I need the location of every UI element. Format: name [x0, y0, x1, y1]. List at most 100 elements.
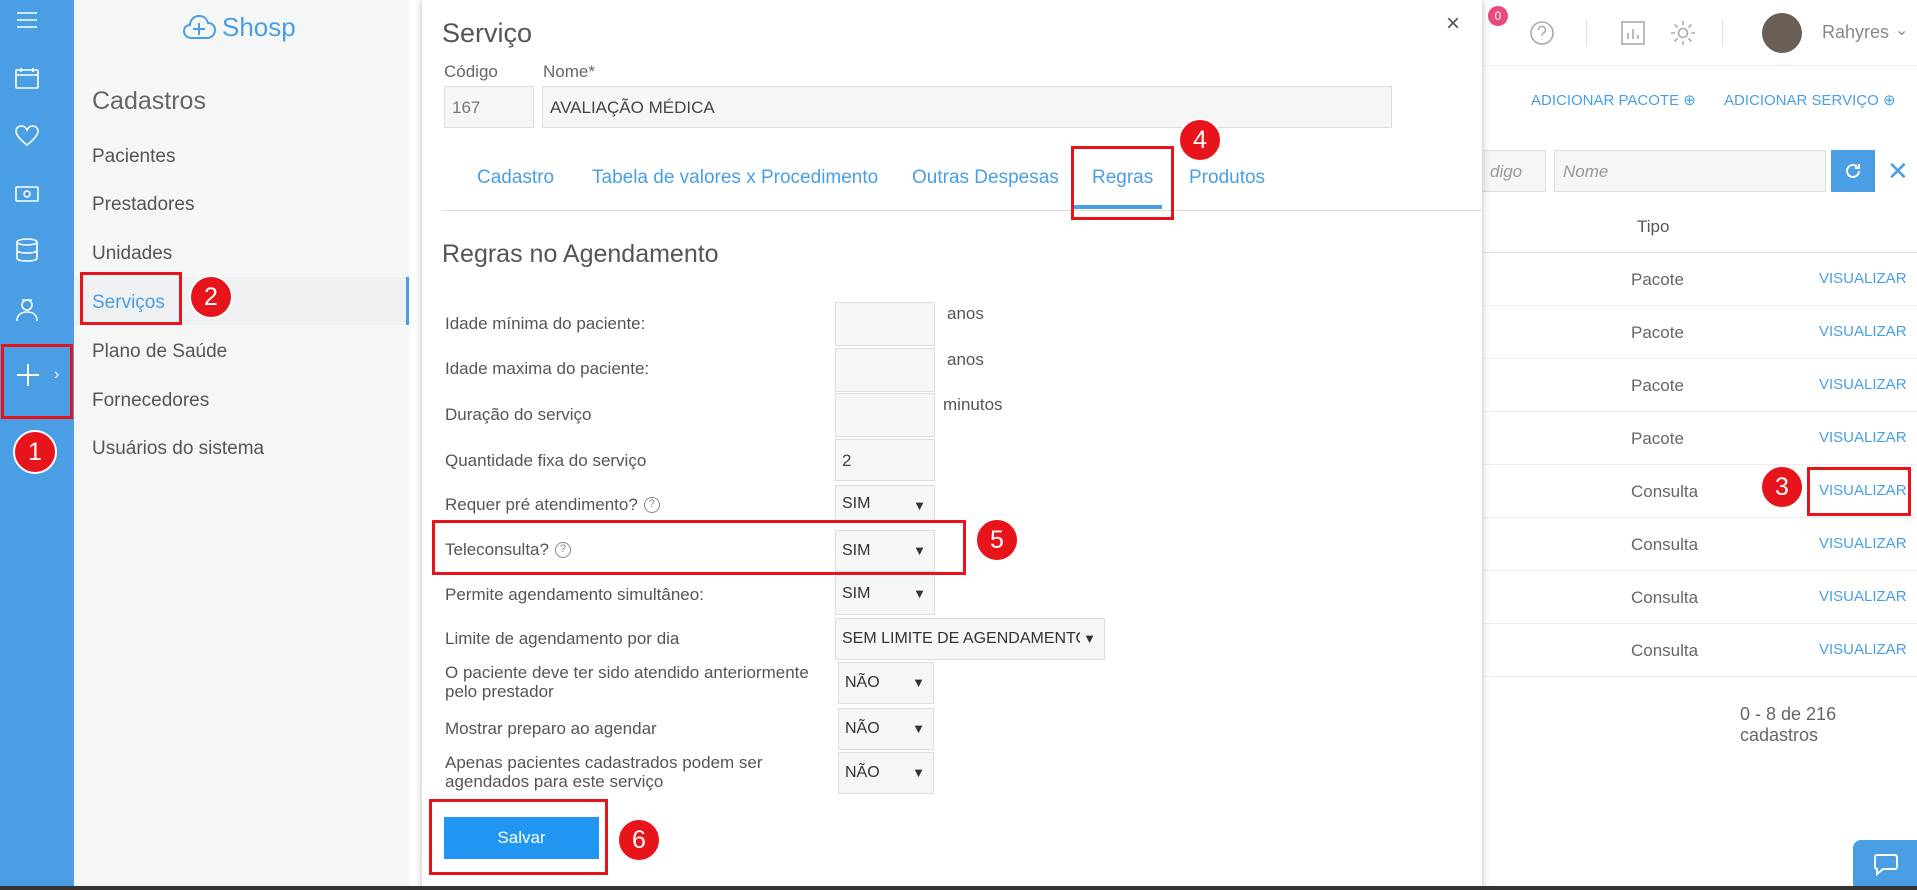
divider: [1586, 20, 1587, 46]
table-row: Consulta VISUALIZAR: [1482, 518, 1917, 571]
close-icon[interactable]: ×: [1446, 10, 1460, 38]
database-icon[interactable]: [0, 230, 54, 270]
hamburger-menu-icon[interactable]: [0, 0, 54, 40]
name-label: Nome*: [543, 62, 595, 81]
menu-item-plano-de-saude[interactable]: Plano de Saúde: [92, 341, 227, 363]
section-title: Regras no Agendamento: [442, 240, 719, 268]
dropdown-arrow-icon: ▼: [912, 765, 925, 780]
show-prep-label: Mostrar preparo ao agendar: [445, 719, 657, 738]
plus-circle-icon: ⊕: [1683, 92, 1696, 109]
annotation-box-4: [1071, 146, 1174, 220]
pre-care-label: Requer pré atendimento?: [445, 495, 638, 514]
table-row: Pacote VISUALIZAR: [1482, 412, 1917, 465]
simultaneous-select[interactable]: SIM ▼: [835, 573, 935, 615]
doctor-icon[interactable]: [0, 290, 54, 330]
user-name[interactable]: Rahyres: [1822, 22, 1889, 43]
help-icon[interactable]: [1528, 19, 1556, 47]
tab-outras-despesas[interactable]: Outras Despesas: [912, 167, 1059, 189]
tab-tabela-de-valores[interactable]: Tabela de valores x Procedimento: [592, 167, 878, 189]
menu-item-pacientes[interactable]: Pacientes: [92, 146, 175, 168]
table-row: Pacote VISUALIZAR: [1482, 253, 1917, 306]
refresh-button[interactable]: [1831, 150, 1875, 192]
min-age-input[interactable]: [835, 302, 935, 346]
add-service-link[interactable]: ADICIONAR SERVIÇO ⊕: [1724, 91, 1896, 109]
prior-care-select[interactable]: NÃO ▼: [838, 662, 934, 704]
calendar-icon[interactable]: [0, 58, 54, 98]
filter-code-input[interactable]: digo: [1482, 150, 1546, 192]
menu-item-fornecedores[interactable]: Fornecedores: [92, 390, 209, 412]
table-row: Pacote VISUALIZAR: [1482, 359, 1917, 412]
tab-cadastro[interactable]: Cadastro: [477, 167, 554, 189]
window-bottom-edge: [0, 886, 1917, 890]
annotation-badge-6: 6: [617, 818, 661, 862]
chat-button[interactable]: [1853, 840, 1917, 890]
notification-badge[interactable]: 0: [1488, 6, 1508, 26]
annotation-box-1: [1, 344, 73, 419]
code-label: Código: [444, 62, 498, 81]
help-icon[interactable]: ?: [643, 496, 660, 513]
dropdown-arrow-icon: ▼: [913, 586, 926, 601]
avatar[interactable]: [1762, 13, 1802, 53]
cadastros-menu: Shosp Cadastros Pacientes Prestadores Un…: [74, 0, 409, 890]
annotation-box-3: [1807, 467, 1911, 516]
view-link[interactable]: VISUALIZAR: [1819, 535, 1907, 552]
show-prep-select[interactable]: NÃO ▼: [838, 708, 934, 750]
name-field[interactable]: AVALIAÇÃO MÉDICA: [542, 86, 1392, 128]
view-link[interactable]: VISUALIZAR: [1819, 641, 1907, 658]
logo-text: Shosp: [222, 12, 296, 42]
simultaneous-label: Permite agendamento simultâneo:: [445, 585, 704, 604]
service-modal: Serviço × Código Nome* 167 AVALIAÇÃO MÉD…: [422, 0, 1482, 890]
annotation-box-6: [429, 799, 608, 875]
registered-only-label: Apenas pacientes cadastrados podem ser a…: [445, 753, 763, 791]
view-link[interactable]: VISUALIZAR: [1819, 376, 1907, 393]
code-field: 167: [444, 86, 534, 128]
pagination-count: 0 - 8 de 216 cadastros: [1740, 704, 1837, 745]
filter-name-input[interactable]: Nome: [1554, 150, 1826, 192]
top-bar: 0 Rahyres ⌄: [1482, 0, 1917, 66]
add-package-link[interactable]: ADICIONAR PACOTE ⊕: [1531, 91, 1696, 109]
min-age-unit: anos: [947, 304, 984, 323]
duration-unit: minutos: [943, 395, 1003, 414]
annotation-box-5: [432, 520, 966, 575]
chat-icon: [1874, 854, 1898, 877]
chevron-down-icon[interactable]: ⌄: [1895, 20, 1908, 40]
modal-title: Serviço: [442, 18, 533, 48]
gear-icon[interactable]: [1668, 18, 1698, 48]
tab-produtos[interactable]: Produtos: [1189, 167, 1265, 189]
annotation-badge-4: 4: [1178, 118, 1222, 162]
column-header-tipo: Tipo: [1637, 217, 1670, 236]
pre-care-select[interactable]: SIM ▼: [835, 485, 935, 523]
heart-icon[interactable]: [0, 116, 54, 156]
cloud-logo-icon: [182, 14, 217, 39]
view-link[interactable]: VISUALIZAR: [1819, 270, 1907, 287]
clear-filter-icon[interactable]: ✕: [1887, 156, 1909, 187]
annotation-badge-1: 1: [13, 430, 57, 474]
max-age-unit: anos: [947, 350, 984, 369]
registered-only-select[interactable]: NÃO ▼: [838, 752, 934, 794]
view-link[interactable]: VISUALIZAR: [1819, 588, 1907, 605]
max-age-label: Idade maxima do paciente:: [445, 359, 650, 378]
max-age-input[interactable]: [835, 348, 935, 392]
fixed-qty-input[interactable]: 2: [835, 439, 935, 481]
table-row: Pacote VISUALIZAR: [1482, 306, 1917, 359]
dropdown-arrow-icon: ▼: [912, 721, 925, 736]
duration-input[interactable]: [835, 393, 935, 437]
menu-item-unidades[interactable]: Unidades: [92, 243, 172, 265]
annotation-badge-3: 3: [1760, 465, 1804, 509]
fixed-qty-label: Quantidade fixa do serviço: [445, 451, 647, 470]
active-item-indicator: [406, 277, 409, 325]
refresh-icon: [1846, 163, 1860, 178]
view-link[interactable]: VISUALIZAR: [1819, 429, 1907, 446]
tab-divider: [442, 210, 1482, 211]
menu-item-prestadores[interactable]: Prestadores: [92, 194, 194, 216]
dropdown-arrow-icon: ▼: [912, 675, 925, 690]
money-icon[interactable]: [0, 174, 54, 214]
dropdown-arrow-icon: ▼: [1080, 631, 1096, 646]
reports-icon[interactable]: [1619, 19, 1647, 47]
view-link[interactable]: VISUALIZAR: [1819, 323, 1907, 340]
daily-limit-select[interactable]: SEM LIMITE DE AGENDAMENTO ▼: [835, 618, 1105, 660]
menu-item-usuarios-do-sistema[interactable]: Usuários do sistema: [92, 438, 264, 460]
pre-care-row: Requer pré atendimento? ?: [445, 495, 660, 514]
dropdown-arrow-icon: ▼: [913, 498, 926, 513]
annotation-badge-5: 5: [975, 518, 1019, 562]
